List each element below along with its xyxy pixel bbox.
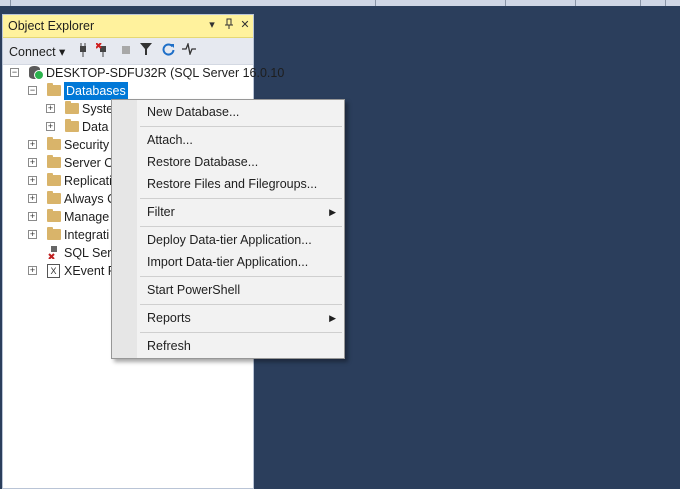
- tree-node-server[interactable]: − DESKTOP-SDFU32R (SQL Server 16.0.10: [8, 64, 284, 82]
- tree-node-label: Data: [82, 120, 109, 134]
- pin-icon[interactable]: [222, 18, 236, 32]
- panel-toolbar: Connect ▾: [3, 38, 253, 65]
- menu-item-deploy-dac[interactable]: Deploy Data-tier Application...: [138, 229, 344, 251]
- toolbar-separator: [640, 0, 641, 6]
- tree-node-label: XEvent P: [64, 264, 117, 278]
- submenu-arrow-icon: ▶: [329, 207, 336, 217]
- close-icon[interactable]: ✕: [238, 18, 252, 32]
- xevent-icon: X: [47, 264, 60, 278]
- menu-separator: [140, 332, 342, 333]
- disconnect-icon[interactable]: [95, 42, 111, 59]
- submenu-arrow-icon: ▶: [329, 313, 336, 323]
- menu-separator: [140, 198, 342, 199]
- toolbar-separator: [575, 0, 576, 6]
- expand-icon[interactable]: +: [28, 140, 37, 149]
- folder-icon: [47, 191, 61, 204]
- expand-icon[interactable]: +: [46, 122, 55, 131]
- folder-icon: [47, 137, 61, 150]
- tree-node-label: Server O: [64, 156, 115, 170]
- tree-node-label: DESKTOP-SDFU32R (SQL Server 16.0.10: [46, 66, 285, 80]
- activity-monitor-icon[interactable]: [181, 41, 197, 59]
- connect-plug-icon[interactable]: [75, 43, 91, 59]
- server-icon: [29, 66, 44, 80]
- expand-icon[interactable]: +: [28, 158, 37, 167]
- tree-node-label: Databases: [64, 82, 128, 100]
- tree-node-label: Integrati: [64, 228, 110, 242]
- expand-icon[interactable]: +: [28, 194, 37, 203]
- menu-item-attach[interactable]: Attach...: [138, 129, 344, 151]
- dropdown-icon[interactable]: ▾: [205, 18, 219, 32]
- toolbar-separator: [10, 0, 11, 6]
- connect-button[interactable]: Connect ▾: [9, 44, 65, 59]
- menu-item-new-database[interactable]: New Database...: [138, 101, 344, 123]
- panel-title: Object Explorer: [8, 19, 95, 33]
- expand-icon[interactable]: +: [28, 230, 37, 239]
- menu-item-restore-files[interactable]: Restore Files and Filegroups...: [138, 173, 344, 195]
- folder-icon: [47, 155, 61, 168]
- folder-icon: [47, 173, 61, 186]
- tree-node-label: Security: [64, 138, 110, 152]
- filter-icon[interactable]: [138, 43, 154, 59]
- menu-separator: [140, 276, 342, 277]
- tree-node-label: Always C: [64, 192, 117, 206]
- tree-node-label: SQL Serv: [64, 246, 118, 260]
- menu-icon-gutter: [112, 100, 137, 358]
- databases-context-menu: New Database... Attach... Restore Databa…: [111, 99, 345, 359]
- tree-node-label: Manage: [64, 210, 110, 224]
- expand-icon[interactable]: +: [28, 212, 37, 221]
- folder-icon: [65, 119, 79, 132]
- folder-icon: [65, 101, 79, 114]
- expand-icon[interactable]: +: [28, 176, 37, 185]
- menu-item-filter[interactable]: Filter ▶: [138, 201, 344, 223]
- menu-item-refresh[interactable]: Refresh: [138, 335, 344, 357]
- menu-item-import-dac[interactable]: Import Data-tier Application...: [138, 251, 344, 273]
- folder-icon: [47, 227, 61, 240]
- menu-item-start-powershell[interactable]: Start PowerShell: [138, 279, 344, 301]
- menu-item-reports[interactable]: Reports ▶: [138, 307, 344, 329]
- expand-icon[interactable]: +: [46, 104, 55, 113]
- expand-icon[interactable]: +: [28, 266, 37, 275]
- stop-icon[interactable]: [118, 43, 134, 59]
- toolbar-separator: [665, 0, 666, 6]
- menu-item-restore-database[interactable]: Restore Database...: [138, 151, 344, 173]
- top-toolbar-strip: [0, 0, 680, 6]
- sql-agent-icon: [47, 246, 60, 260]
- refresh-icon[interactable]: [160, 43, 176, 59]
- tree-node-label: Replicati: [64, 174, 112, 188]
- menu-separator: [140, 126, 342, 127]
- tree-node-databases[interactable]: − Databases: [26, 82, 246, 100]
- toolbar-separator: [375, 0, 376, 6]
- folder-icon: [47, 83, 61, 96]
- tree-node-label: Syste: [82, 102, 114, 116]
- collapse-icon[interactable]: −: [28, 86, 37, 95]
- folder-icon: [47, 209, 61, 222]
- menu-separator: [140, 226, 342, 227]
- panel-titlebar: Object Explorer ▾ ✕: [3, 15, 253, 38]
- toolbar-separator: [505, 0, 506, 6]
- collapse-icon[interactable]: −: [10, 68, 19, 77]
- menu-separator: [140, 304, 342, 305]
